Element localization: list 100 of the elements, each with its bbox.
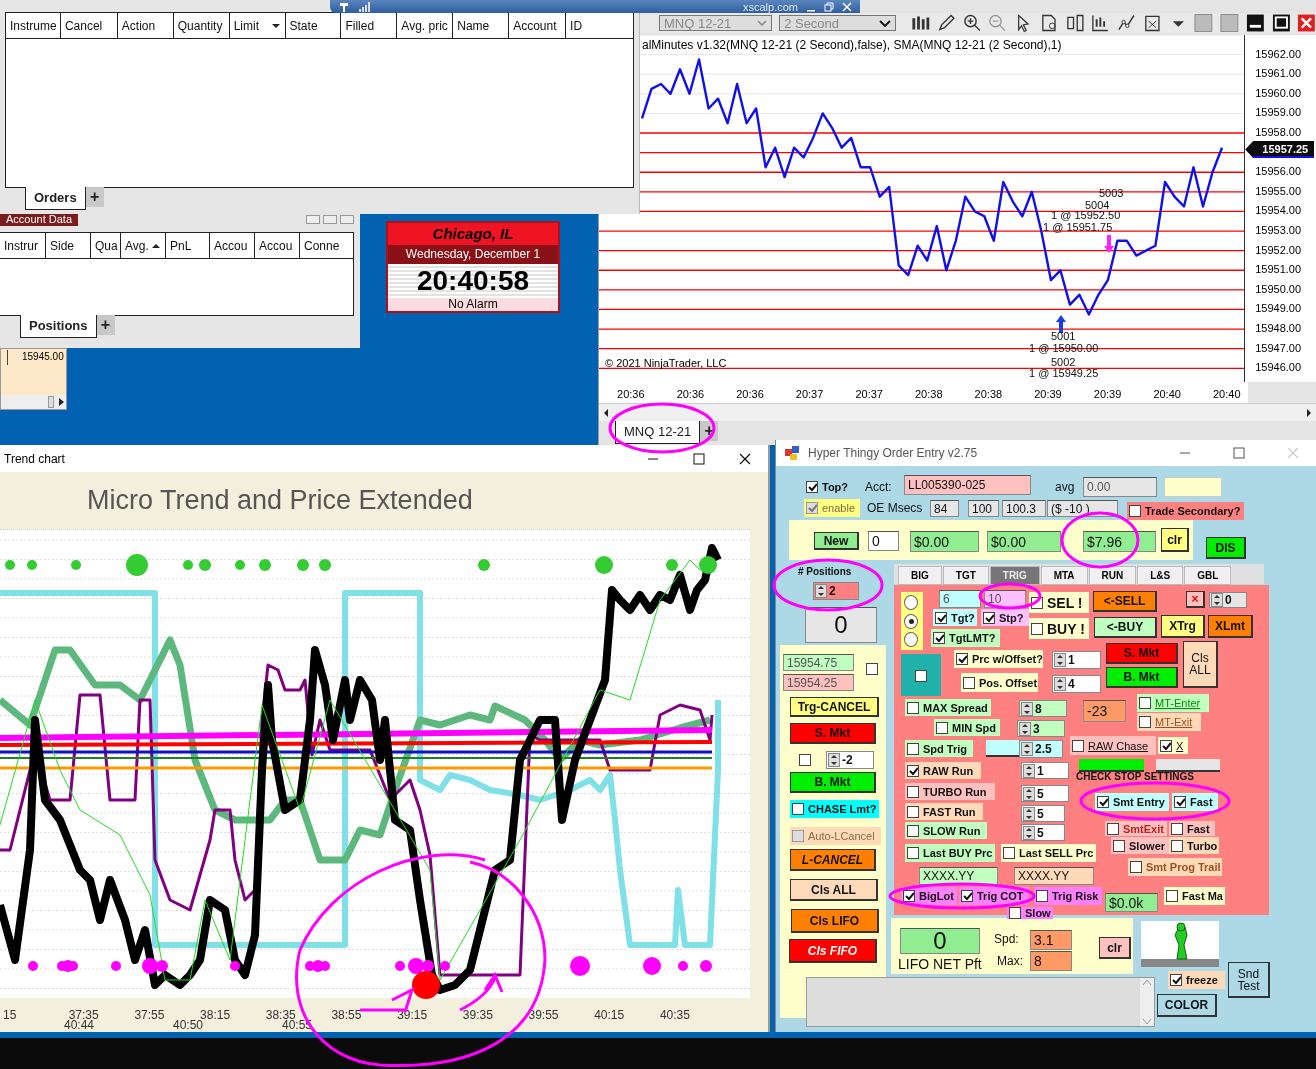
- input-field[interactable]: $0.00: [987, 531, 1061, 552]
- checkbox[interactable]: BUY !: [1029, 618, 1089, 639]
- checkbox[interactable]: Smt Prog Trail: [1128, 858, 1222, 876]
- checkbox[interactable]: SEL !: [1029, 592, 1089, 613]
- checkbox[interactable]: X: [1158, 737, 1188, 754]
- button[interactable]: Trg-CANCEL: [790, 697, 879, 717]
- spinner-field[interactable]: 5: [1021, 785, 1069, 802]
- button[interactable]: Cls ALL: [1183, 641, 1218, 688]
- column-header[interactable]: Account: [509, 13, 567, 38]
- document-icon[interactable]: [1039, 13, 1059, 33]
- tab[interactable]: Orders: [25, 187, 86, 210]
- input-field[interactable]: $0.00: [910, 531, 979, 552]
- checkbox[interactable]: Trig Risk: [1034, 887, 1102, 905]
- button[interactable]: L-CANCEL: [790, 849, 876, 871]
- button[interactable]: <-SELL: [1093, 591, 1157, 612]
- button[interactable]: clr: [1161, 528, 1189, 552]
- column-header[interactable]: Avg.: [121, 233, 166, 258]
- button[interactable]: B. Mkt: [790, 772, 876, 793]
- checkbox[interactable]: FAST Run: [905, 803, 983, 820]
- input-field[interactable]: LL005390-025: [904, 475, 1031, 495]
- bar-chart-icon[interactable]: [1091, 13, 1110, 33]
- columns-icon[interactable]: [1065, 13, 1085, 33]
- tab[interactable]: TRIG: [989, 566, 1040, 585]
- checkbox[interactable]: Stp?: [981, 609, 1029, 626]
- spinner-field[interactable]: 2.5: [1019, 740, 1063, 758]
- input-field[interactable]: 0: [868, 531, 899, 551]
- checkbox[interactable]: Fast: [1169, 821, 1215, 836]
- zoom-in-icon[interactable]: [962, 13, 982, 33]
- tab[interactable]: L&S: [1137, 566, 1184, 585]
- column-header[interactable]: State: [285, 13, 342, 38]
- button[interactable]: XLmt: [1208, 615, 1253, 638]
- spinner-field[interactable]: -2: [826, 751, 874, 769]
- checkbox[interactable]: [797, 752, 813, 768]
- input-field[interactable]: 0: [900, 928, 980, 954]
- pencil-icon[interactable]: [936, 13, 956, 33]
- input-field[interactable]: 0: [805, 607, 877, 643]
- line-chart-icon[interactable]: [1117, 13, 1136, 33]
- pin-icon[interactable]: [338, 1, 350, 12]
- spinner-field[interactable]: 0: [1209, 592, 1247, 608]
- tab[interactable]: Positions: [20, 315, 97, 338]
- close-icon[interactable]: [738, 452, 752, 465]
- tab[interactable]: MNQ 12-21: [615, 421, 701, 444]
- column-header[interactable]: Quantity: [173, 13, 230, 38]
- column-header[interactable]: Limit: [229, 13, 286, 38]
- spinner-field[interactable]: 3: [1017, 720, 1065, 737]
- tab[interactable]: RUN: [1088, 566, 1137, 585]
- tab[interactable]: MTA: [1040, 566, 1088, 585]
- input-field[interactable]: -23: [1083, 700, 1126, 722]
- button[interactable]: S. Mkt: [1106, 643, 1178, 664]
- checkbox[interactable]: Top?: [804, 478, 851, 496]
- checkbox[interactable]: Last SELL Prc: [1001, 844, 1096, 862]
- checkbox[interactable]: Trig COT: [959, 887, 1029, 905]
- input-field[interactable]: 15954.25: [783, 674, 854, 691]
- checkbox[interactable]: RAW Chase: [1070, 736, 1156, 755]
- input-field[interactable]: 6: [939, 590, 981, 608]
- panel-icon[interactable]: [1194, 13, 1213, 33]
- checkbox[interactable]: freeze: [1168, 971, 1225, 989]
- column-header[interactable]: Side: [46, 233, 91, 258]
- checkbox[interactable]: [913, 668, 929, 684]
- button[interactable]: XTrg: [1161, 615, 1205, 638]
- spinner-field[interactable]: 1: [1052, 651, 1101, 669]
- column-header[interactable]: PnL: [166, 233, 210, 258]
- checkbox[interactable]: Spd Trig: [905, 740, 973, 757]
- button[interactable]: New: [814, 532, 859, 550]
- tab[interactable]: BIG: [898, 566, 942, 585]
- checkbox[interactable]: SLOW Run: [905, 822, 987, 839]
- button[interactable]: DIS: [1206, 537, 1246, 559]
- column-header[interactable]: Avg. pric: [397, 13, 454, 38]
- button[interactable]: COLOR: [1157, 994, 1217, 1017]
- checkbox[interactable]: Trade Secondary?: [1127, 502, 1244, 520]
- column-header[interactable]: Instrume: [6, 13, 61, 38]
- column-header[interactable]: Conne: [300, 233, 353, 258]
- checkbox[interactable]: CHASE Lmt?: [790, 800, 879, 818]
- spinner-field[interactable]: 5: [1021, 824, 1065, 841]
- button[interactable]: B. Mkt: [1106, 667, 1178, 688]
- scroll-right-icon[interactable]: [56, 396, 66, 408]
- signal-bars-icon[interactable]: [358, 1, 370, 12]
- checkbox[interactable]: TURBO Run: [905, 783, 995, 800]
- tab[interactable]: GBL: [1184, 566, 1232, 585]
- input-field[interactable]: 84: [930, 500, 959, 517]
- column-header[interactable]: Qua: [91, 233, 121, 258]
- button[interactable]: Cls ALL: [790, 879, 878, 901]
- column-header[interactable]: Instrur: [0, 233, 46, 258]
- checkbox[interactable]: Pos. Offset: [961, 673, 1038, 692]
- checkbox[interactable]: TgtLMT?: [931, 629, 1000, 647]
- maximize-icon[interactable]: [1271, 13, 1291, 33]
- tab[interactable]: TGT: [942, 566, 989, 585]
- checkbox[interactable]: MIN Spd: [934, 719, 1000, 736]
- checkbox[interactable]: Slow: [1007, 907, 1053, 919]
- column-header[interactable]: Accou: [210, 233, 255, 258]
- input-field[interactable]: 15954.75: [783, 654, 854, 671]
- input-field[interactable]: $0.0k: [1105, 893, 1158, 912]
- input-field[interactable]: 0.00: [1083, 477, 1157, 497]
- input-field[interactable]: XXXX.YY: [919, 867, 998, 885]
- column-header[interactable]: Filled: [341, 13, 398, 38]
- checkbox[interactable]: Tgt?: [933, 609, 977, 626]
- checkbox[interactable]: Last BUY Prc: [905, 844, 995, 862]
- minimize-icon[interactable]: [1245, 13, 1265, 33]
- checkbox[interactable]: Fast: [1172, 793, 1218, 811]
- input-field[interactable]: 100.3: [1002, 500, 1046, 517]
